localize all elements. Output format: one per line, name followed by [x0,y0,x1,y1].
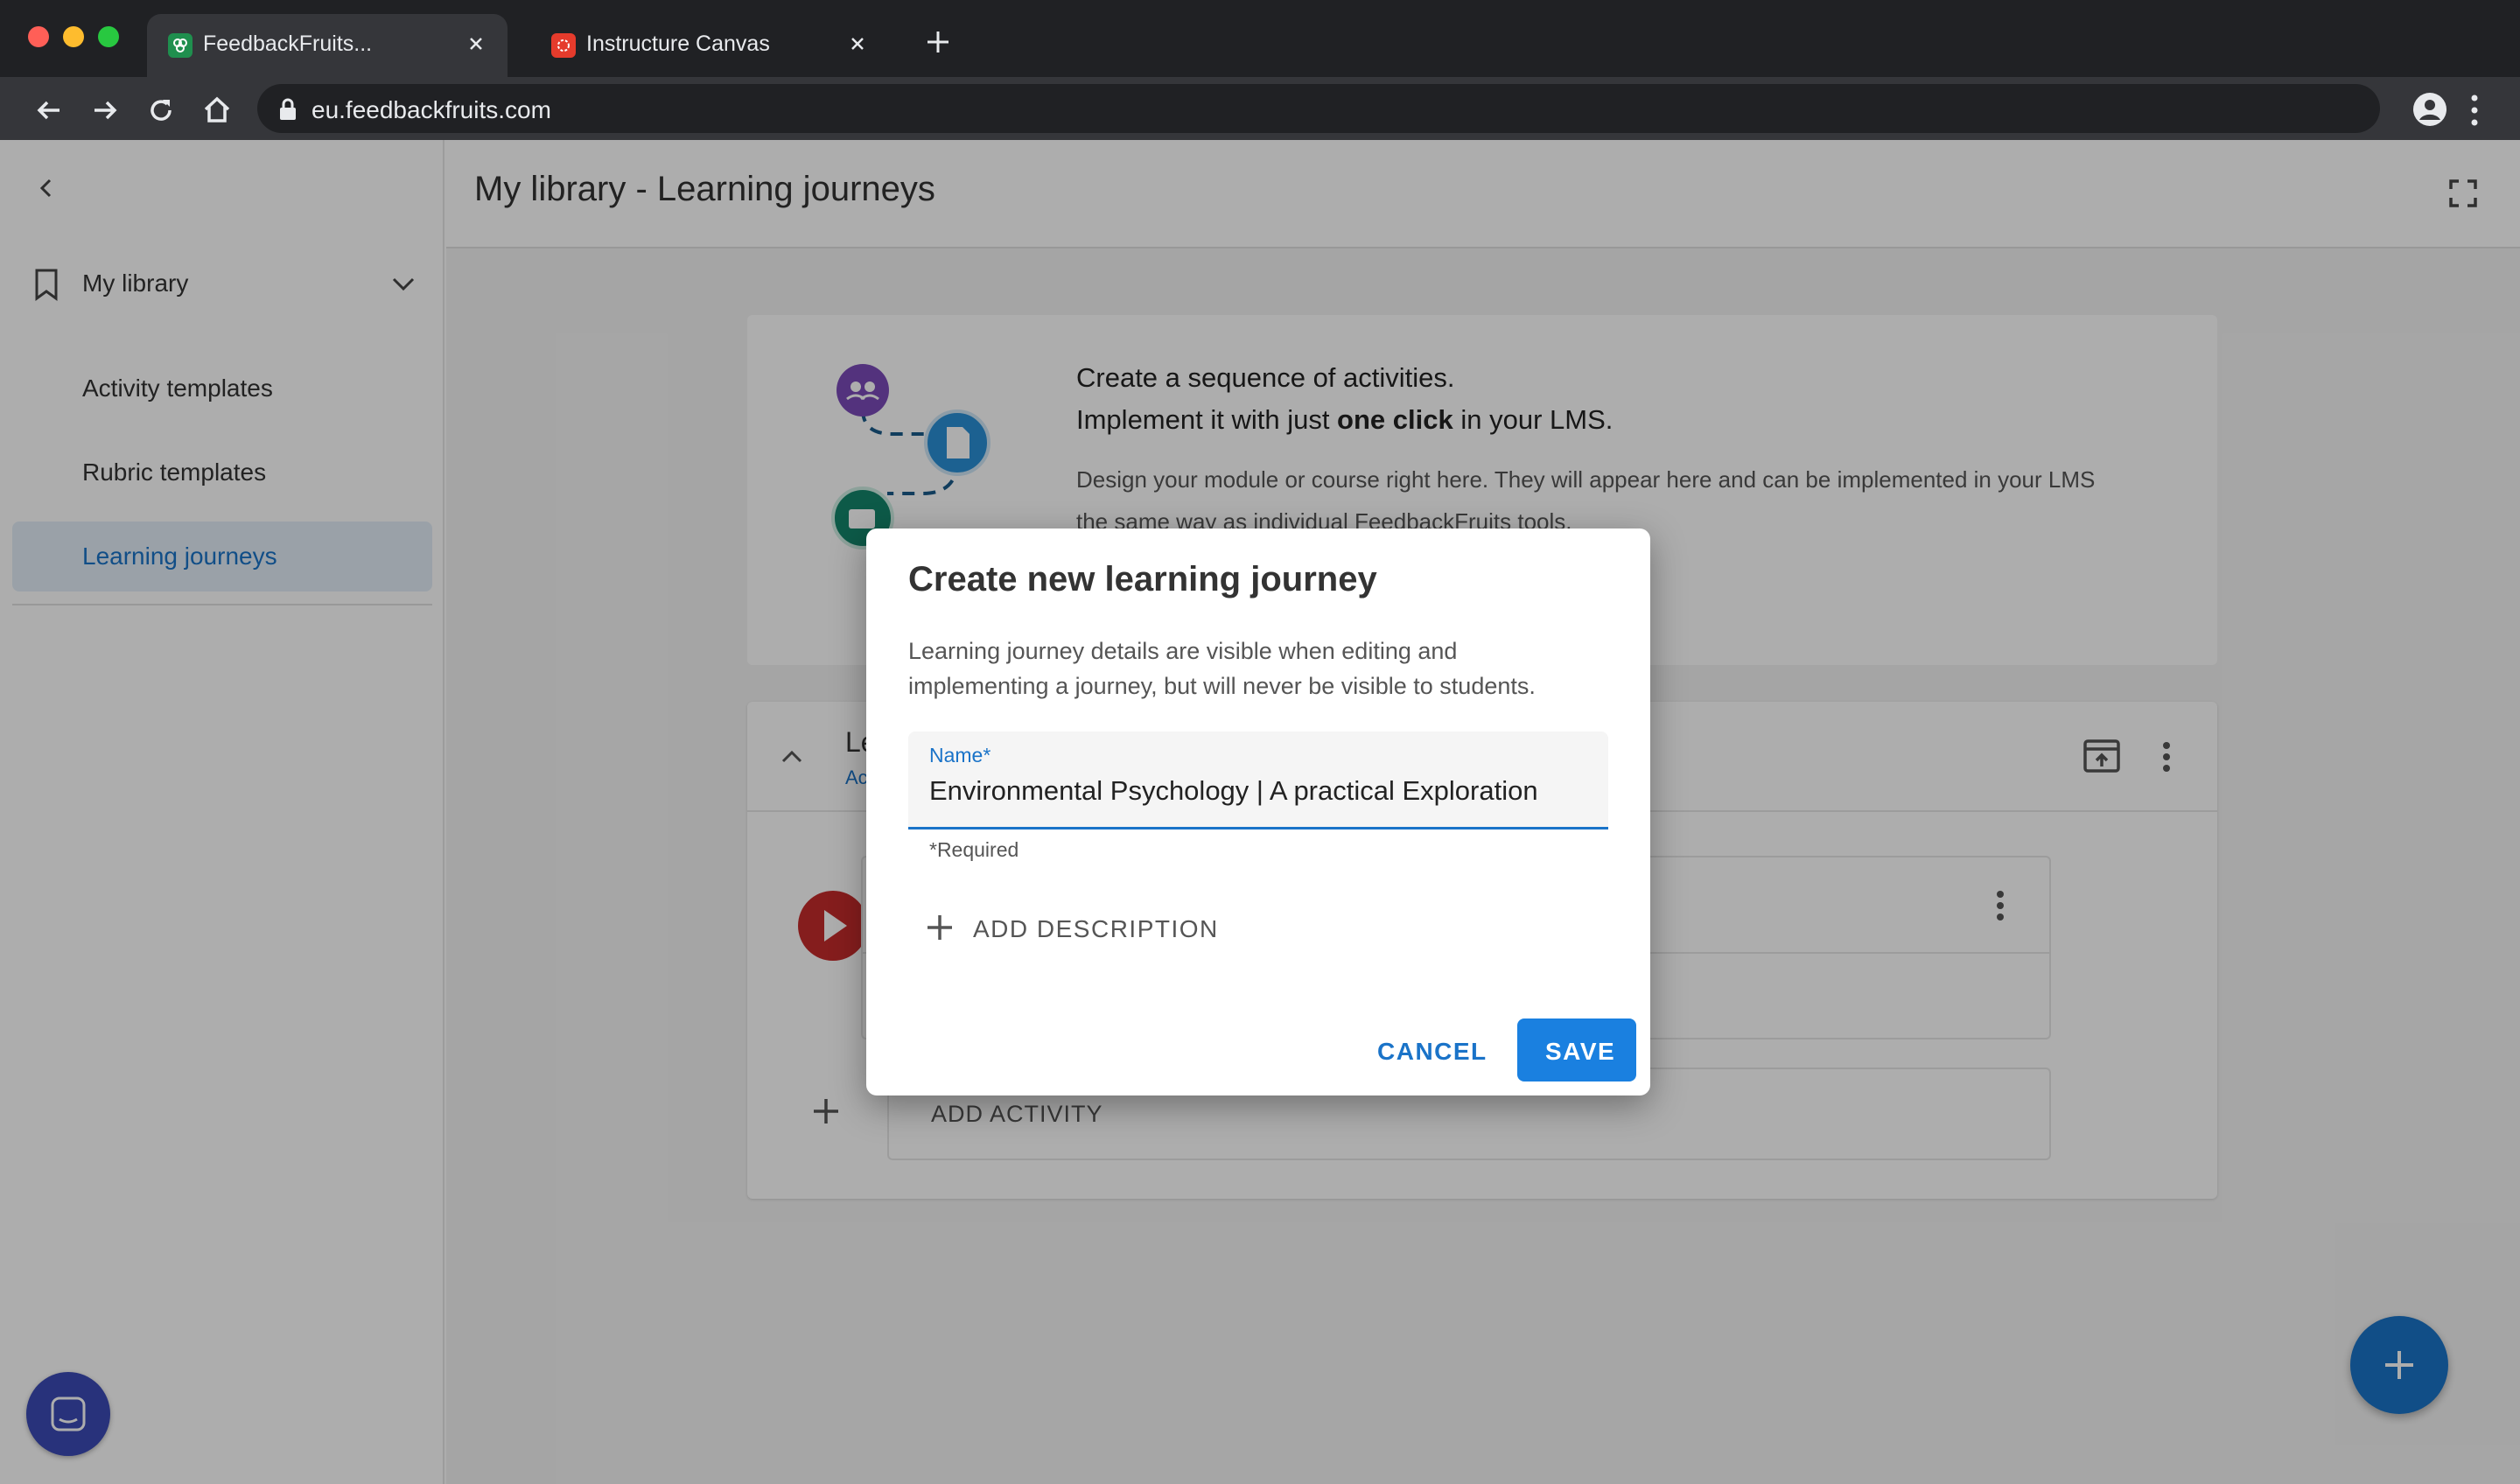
close-icon[interactable] [844,30,872,58]
create-learning-journey-dialog: Create new learning journey Learning jou… [866,528,1650,1096]
kebab-menu-icon[interactable] [2469,93,2480,128]
reload-icon[interactable] [144,93,178,128]
tab-title: Instructure Canvas [586,32,770,56]
required-note: *Required [929,838,1019,861]
browser-tab-bar: FeedbackFruits... Instructure Canvas [0,0,2520,77]
window-zoom-button[interactable] [98,26,119,47]
close-icon[interactable] [462,30,490,58]
url-text: eu.feedbackfruits.com [312,96,551,123]
plus-icon[interactable] [922,26,954,58]
home-icon[interactable] [200,93,234,128]
dialog-description: Learning journey details are visible whe… [908,638,1536,699]
address-bar[interactable]: eu.feedbackfruits.com [257,84,2380,133]
forward-arrow-icon[interactable] [88,93,122,128]
back-arrow-icon[interactable] [32,93,66,128]
dialog-title: Create new learning journey [908,560,1377,598]
save-label: SAVE [1545,1038,1616,1065]
lock-icon [280,98,296,120]
cancel-button[interactable]: CANCEL [1363,1018,1486,1082]
browser-tab-canvas[interactable]: Instructure Canvas [530,14,889,77]
name-field-label: Name* [929,744,991,766]
add-description-label: ADD DESCRIPTION [973,915,1219,942]
tab-title: FeedbackFruits... [203,32,373,56]
plus-icon [928,915,952,940]
window-minimize-button[interactable] [63,26,84,47]
feedbackfruits-favicon [168,33,192,58]
cancel-label: CANCEL [1377,1038,1488,1065]
canvas-favicon [551,33,576,58]
name-input[interactable] [929,775,1594,807]
add-description-button[interactable]: ADD DESCRIPTION [926,900,1223,952]
browser-tab-feedbackfruits[interactable]: FeedbackFruits... [147,14,508,77]
browser-toolbar: eu.feedbackfruits.com [0,77,2520,140]
save-button[interactable]: SAVE [1517,1018,1636,1082]
name-field[interactable]: Name* [908,732,1608,830]
window-close-button[interactable] [28,26,49,47]
profile-icon[interactable] [2412,91,2448,128]
